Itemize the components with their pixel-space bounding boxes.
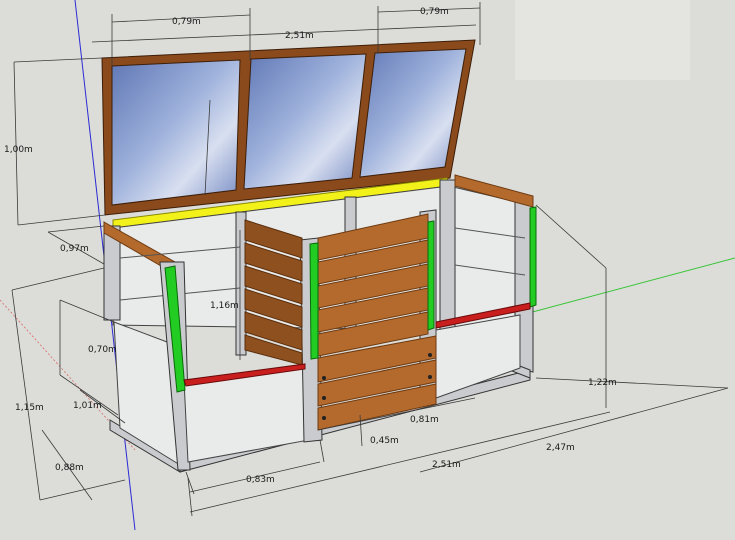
lid-glass-left	[111, 59, 241, 206]
dim-line	[13, 61, 19, 226]
sketchup-viewport[interactable]: 0,79m 0,79m 2,51m 1,00m 0,97m 1,16m 0,70…	[0, 0, 735, 540]
screw	[428, 353, 432, 357]
dim-label-gap-height: 0,45m	[370, 436, 399, 446]
dim-line	[91, 24, 477, 43]
dim-line	[47, 225, 105, 233]
dim-line	[419, 387, 729, 473]
green-strip-far-right	[529, 206, 537, 308]
dim-label-lower-height: 0,70m	[88, 345, 117, 355]
left-wood-stack	[244, 219, 303, 366]
storage-box-diagram: 0,79m 0,79m 2,51m 1,00m 0,97m 1,16m 0,70…	[0, 0, 735, 531]
dim-label-lid-width: 2,51m	[285, 31, 314, 41]
dim-line	[185, 471, 195, 495]
dim-label-bin-width: 0,81m	[410, 415, 439, 425]
screw	[322, 416, 326, 420]
green-axis-line	[509, 257, 735, 319]
dim-label-front-height: 1,15m	[15, 403, 44, 413]
dim-line	[535, 204, 607, 269]
dim-label-front-panel-width: 0,83m	[246, 475, 275, 485]
dim-line	[319, 439, 325, 463]
dim-line	[13, 57, 103, 63]
dim-line	[39, 479, 126, 501]
dim-label-base-depth: 0,88m	[55, 463, 84, 473]
dim-label-depth-top: 0,97m	[60, 244, 89, 254]
dim-label-lid-height: 1,00m	[4, 145, 33, 155]
screw	[428, 375, 432, 379]
dim-label-base-width: 2,51m	[432, 460, 461, 470]
screw	[322, 396, 326, 400]
dim-line	[17, 214, 106, 226]
dim-line	[11, 289, 41, 501]
dim-label-rear-height: 1,22m	[588, 378, 617, 388]
dim-label-side-depth: 1,01m	[73, 401, 102, 411]
dim-line	[11, 267, 105, 291]
dim-label-lid-panel-left: 0,79m	[172, 17, 201, 27]
lid-glass-middle	[243, 53, 367, 190]
green-strip-right	[427, 220, 435, 331]
dim-label-inner-height: 1,16m	[210, 301, 239, 311]
screw	[322, 376, 326, 380]
dim-label-base-length: 2,47m	[546, 443, 575, 453]
back-right-post	[439, 179, 456, 341]
faded-info-panel	[515, 0, 690, 80]
dim-line	[535, 377, 729, 389]
center-wood-stack	[317, 213, 437, 431]
green-strip-mid	[309, 242, 319, 360]
dim-label-lid-panel-right: 0,79m	[420, 7, 449, 17]
